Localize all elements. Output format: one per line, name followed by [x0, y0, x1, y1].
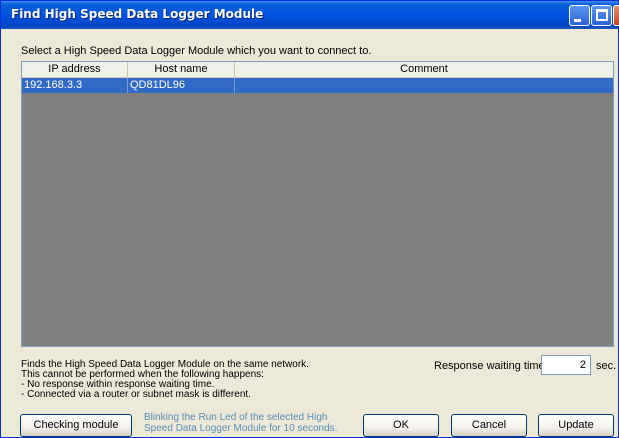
minimize-icon — [574, 19, 581, 22]
dialog-window: Find High Speed Data Logger Module Selec… — [0, 0, 619, 438]
close-button[interactable] — [613, 5, 619, 26]
info-text: Finds the High Speed Data Logger Module … — [21, 360, 309, 400]
cancel-button[interactable]: Cancel — [451, 414, 527, 437]
window-title: Find High Speed Data Logger Module — [11, 7, 264, 21]
minimize-button[interactable] — [569, 5, 590, 26]
module-list[interactable]: IP address Host name Comment 192.168.3.3… — [21, 61, 614, 347]
response-time-input[interactable]: 2 — [541, 355, 591, 375]
maximize-button[interactable] — [591, 5, 612, 26]
title-bar[interactable]: Find High Speed Data Logger Module — [1, 1, 619, 29]
ok-button[interactable]: OK — [363, 414, 439, 437]
info-line: - Connected via a router or subnet mask … — [21, 389, 251, 400]
table-row[interactable]: 192.168.3.3 QD81DL96 — [22, 78, 613, 93]
column-header-host-name[interactable]: Host name — [128, 62, 235, 78]
column-header-ip-address[interactable]: IP address — [22, 62, 128, 78]
update-button[interactable]: Update — [538, 414, 614, 437]
cell-ip-address: 192.168.3.3 — [22, 78, 128, 93]
cell-comment — [235, 78, 613, 93]
instruction-text: Select a High Speed Data Logger Module w… — [21, 45, 372, 57]
cell-host-name: QD81DL96 — [128, 78, 235, 93]
maximize-icon — [596, 9, 608, 21]
note-line: Speed Data Logger Module for 10 seconds. — [144, 423, 338, 434]
response-time-unit: sec. — [596, 360, 617, 372]
checking-module-button[interactable]: Checking module — [20, 414, 132, 437]
column-header-comment[interactable]: Comment — [235, 62, 613, 78]
list-header: IP address Host name Comment — [22, 62, 613, 78]
checking-module-note: Blinking the Run Led of the selected Hig… — [144, 412, 337, 434]
response-time-label: Response waiting time — [434, 360, 545, 372]
note-line: Blinking the Run Led of the selected Hig… — [144, 412, 328, 423]
